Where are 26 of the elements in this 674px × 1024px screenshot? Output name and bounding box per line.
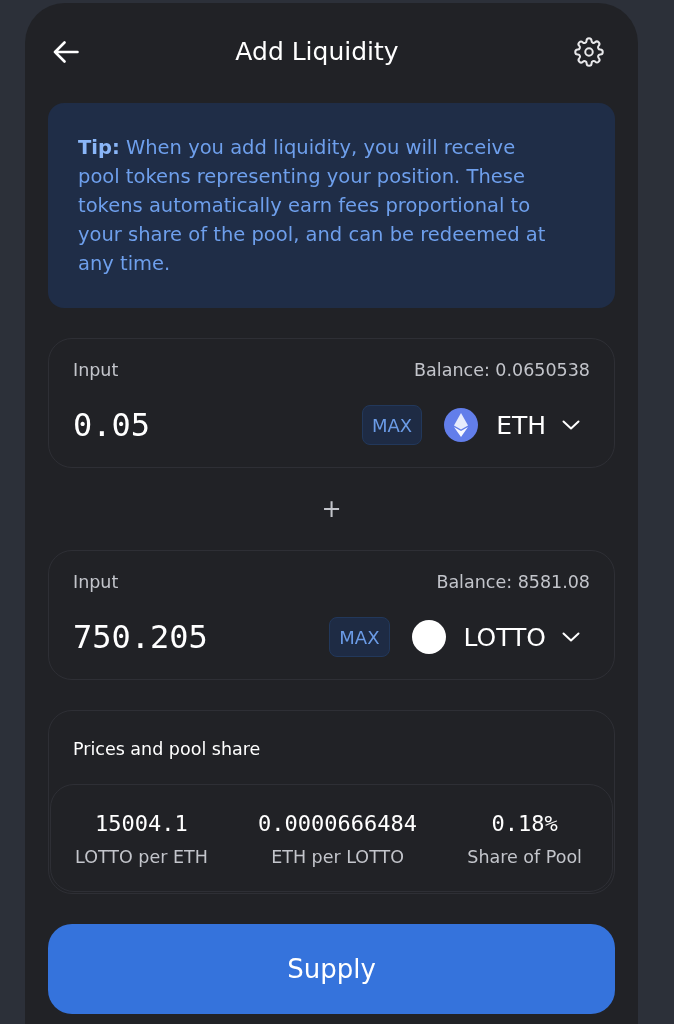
- input-label: Input: [73, 359, 119, 381]
- tip-text: Tip: When you add liquidity, you will receive pool tokens representing your position. These tokens automatically earn fees proportional to your share of the pool, and can be redeemed at any time.: [78, 135, 547, 277]
- balance-text: Balance: 8581.08: [436, 571, 590, 593]
- max-button[interactable]: MAX: [329, 617, 390, 657]
- chevron-down-icon: [562, 632, 580, 642]
- price-label: Share of Pool: [467, 846, 582, 869]
- price-value: 15004.1: [95, 811, 188, 837]
- token-select-button[interactable]: ETH: [444, 408, 590, 442]
- chevron-down-icon: [562, 420, 580, 430]
- back-arrow-icon[interactable]: [53, 40, 79, 63]
- input-label: Input: [73, 571, 119, 593]
- prices-title: Prices and pool share: [73, 738, 262, 760]
- price-label: ETH per LOTTO: [271, 846, 404, 869]
- supply-button[interactable]: Supply: [48, 924, 615, 1014]
- settings-icon[interactable]: [574, 36, 604, 67]
- price-label: LOTTO per ETH: [75, 846, 208, 869]
- amount-field[interactable]: 750.205: [73, 617, 212, 657]
- plus-sign: +: [321, 495, 342, 523]
- circle-icon: [411, 620, 446, 654]
- price-value: 0.18%: [491, 811, 558, 837]
- page-title: Add Liquidity: [235, 37, 399, 66]
- amount-field[interactable]: 0.05: [73, 405, 154, 445]
- max-button[interactable]: MAX: [361, 405, 423, 445]
- price-value: 0.0000666484: [258, 811, 418, 837]
- token-select-button[interactable]: LOTTO: [411, 620, 590, 654]
- balance-text: Balance: 0.0650538: [414, 359, 590, 381]
